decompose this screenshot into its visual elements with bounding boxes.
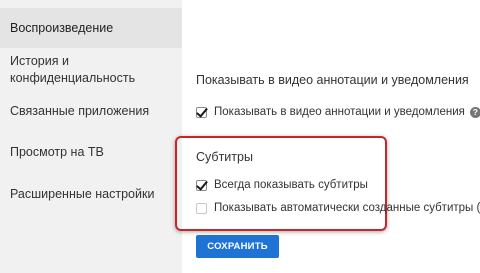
sidebar-item-label: Расширенные настройки <box>10 187 155 201</box>
settings-sidebar: Воспроизведение История и конфиденциальн… <box>0 0 182 273</box>
annotations-checkbox[interactable] <box>196 106 207 118</box>
settings-content <box>182 0 480 273</box>
sidebar-item-label: Просмотр на ТВ <box>10 145 104 159</box>
settings-page: Воспроизведение История и конфиденциальн… <box>0 0 480 273</box>
annotations-heading: Показывать в видео аннотации и уведомлен… <box>196 73 469 87</box>
auto-generated-subtitles-row: Показывать автоматически созданные субти… <box>196 202 480 214</box>
sidebar-item-tv-viewing[interactable]: Просмотр на ТВ <box>0 144 182 162</box>
annotations-option-row: Показывать в видео аннотации и уведомлен… <box>196 106 480 118</box>
sidebar-item-connected-apps[interactable]: Связанные приложения <box>0 103 182 121</box>
question-circle-icon[interactable]: ? <box>469 106 480 118</box>
annotations-checkbox-label: Показывать в видео аннотации и уведомлен… <box>214 106 465 118</box>
sidebar-item-history-privacy[interactable]: История и конфиденциальность <box>0 52 182 88</box>
save-button[interactable]: СОХРАНИТЬ <box>196 235 279 258</box>
auto-generated-subtitles-checkbox[interactable] <box>196 202 207 214</box>
sidebar-item-label: Связанные приложения <box>10 104 150 118</box>
auto-generated-subtitles-label: Показывать автоматически созданные субти… <box>214 202 480 214</box>
sidebar-item-label: Воспроизведение <box>10 21 114 35</box>
subtitles-heading: Субтитры <box>196 150 253 164</box>
sidebar-item-playback[interactable]: Воспроизведение <box>0 8 182 48</box>
always-show-subtitles-label: Всегда показывать субтитры <box>214 179 368 191</box>
sidebar-item-label-line2: конфиденциальность <box>10 71 136 85</box>
sidebar-item-label-line1: История и <box>10 54 69 68</box>
always-show-subtitles-checkbox[interactable] <box>196 179 207 191</box>
always-show-subtitles-row: Всегда показывать субтитры <box>196 179 368 191</box>
sidebar-item-advanced-settings[interactable]: Расширенные настройки <box>0 186 182 204</box>
